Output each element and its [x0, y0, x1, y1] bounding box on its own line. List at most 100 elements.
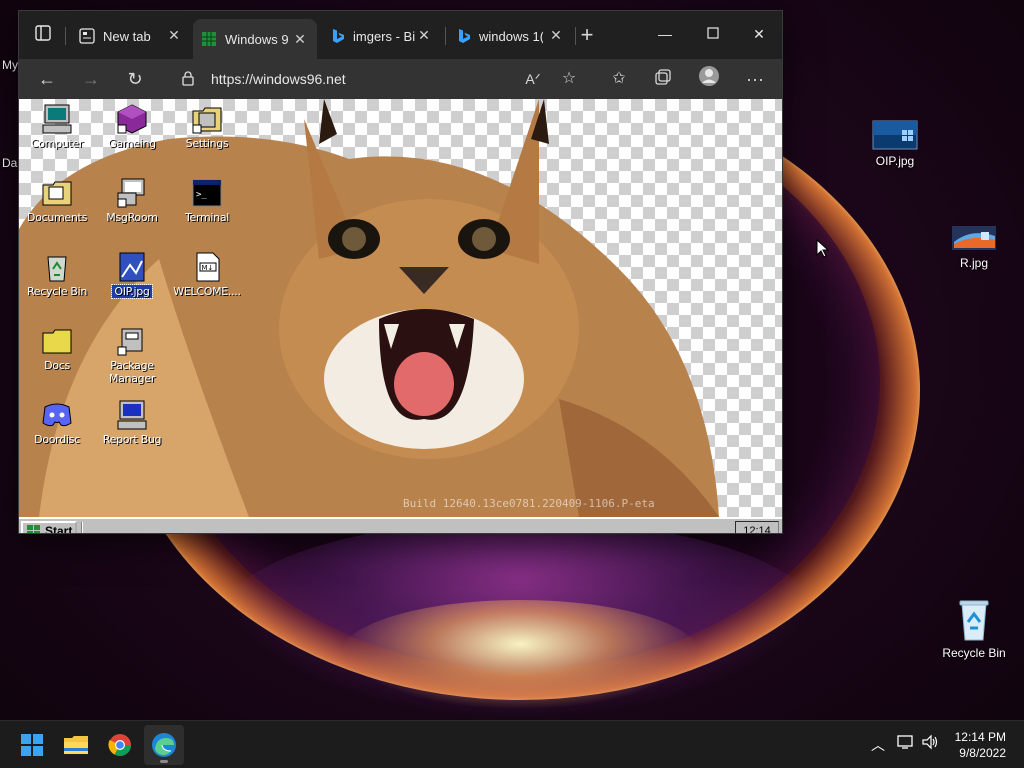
w96-icon-label: Report Bug [102, 433, 162, 446]
read-aloud-button[interactable]: Aᐟ [519, 65, 547, 93]
mouse-cursor-icon [816, 239, 830, 258]
more-icon: ··· [746, 69, 764, 89]
w96-icon-recycle-bin[interactable]: Recycle Bin [19, 251, 97, 298]
network-icon [897, 735, 913, 749]
network-button[interactable] [894, 733, 918, 757]
partial-desktop-label: My [2, 58, 18, 72]
w96-icon-doordisc[interactable]: Doordisc [19, 399, 97, 446]
settings-folder-icon [192, 107, 222, 134]
back-button[interactable]: ← [33, 65, 61, 93]
folder-icon [42, 329, 72, 354]
chrome-icon [108, 734, 131, 756]
tab-title: windows 1( [479, 28, 543, 44]
windows96-desktop[interactable]: Computer Gameing Settings Documents MsgR… [19, 99, 782, 533]
address-url: https://windows96.net [211, 71, 346, 87]
lock-icon [182, 71, 194, 86]
tab-windows-search[interactable]: windows 1( ✕ [449, 21, 573, 51]
new-tab-button[interactable]: + [573, 21, 601, 49]
w96-icon-label: Documents [26, 211, 88, 224]
show-hidden-icons-button[interactable]: ︿ [866, 733, 890, 757]
profile-button[interactable] [695, 65, 723, 93]
minimize-button[interactable]: — [643, 19, 687, 49]
desktop-icon-recycle-bin[interactable]: Recycle Bin [934, 598, 1014, 660]
package-manager-icon [117, 328, 143, 356]
w96-icon-oip-jpg[interactable]: OIP.jpg [92, 251, 172, 299]
w96-icon-label: Computer [30, 137, 84, 150]
w96-icon-label: Gameing [108, 137, 156, 150]
svg-text:M↓: M↓ [202, 264, 214, 272]
windows-logo-icon [21, 734, 43, 756]
w96-start-button[interactable]: Start [21, 521, 77, 533]
w96-icon-label: Terminal [184, 211, 230, 224]
w96-icon-label: WELCOME.... [173, 285, 241, 298]
forward-button[interactable]: → [77, 65, 105, 93]
w96-icon-package-manager[interactable]: Package Manager [92, 325, 172, 385]
w96-icon-settings[interactable]: Settings [167, 103, 247, 150]
edge-browser-window[interactable]: New tab ✕ Windows 9 ✕ imgers - Bi ✕ wind… [18, 10, 783, 534]
image-file-icon [872, 120, 918, 150]
edge-icon [152, 733, 176, 757]
tab-title: Windows 9 [225, 31, 289, 47]
w96-icon-gameing[interactable]: Gameing [92, 103, 172, 150]
image-file-icon [952, 226, 996, 250]
start-button[interactable] [12, 725, 52, 765]
report-bug-icon [117, 400, 147, 430]
w96-icon-label: Docs [44, 359, 70, 372]
computer-icon [42, 104, 72, 134]
svg-text:>_: >_ [196, 190, 207, 200]
close-icon: ✕ [753, 26, 765, 42]
add-favorite-button[interactable]: ☆ [555, 65, 583, 93]
close-window-button[interactable]: ✕ [737, 19, 781, 49]
edge-button[interactable] [144, 725, 184, 765]
tab-actions-icon [35, 25, 51, 41]
desktop-icon-oip-jpg[interactable]: OIP.jpg [855, 120, 935, 168]
w96-icon-documents[interactable]: Documents [19, 177, 97, 224]
collections-icon [655, 69, 671, 85]
tab-actions-button[interactable] [29, 21, 57, 49]
chevron-up-icon: ︿ [871, 737, 885, 753]
system-clock[interactable]: 12:14 PM 9/8/2022 [955, 729, 1006, 761]
minimize-icon: — [658, 26, 672, 42]
w96-icon-label: OIP.jpg [111, 284, 153, 299]
tab-windows96[interactable]: Windows 9 ✕ [193, 19, 317, 59]
windows96-icon [202, 32, 216, 46]
windows-taskbar: ︿ 12:14 PM 9/8/2022 [0, 720, 1024, 768]
w96-icon-welcome[interactable]: M↓ WELCOME.... [167, 251, 247, 298]
close-icon[interactable]: ✕ [415, 26, 433, 44]
desktop-icon-label: OIP.jpg [875, 154, 915, 168]
w96-icon-computer[interactable]: Computer [19, 103, 97, 150]
close-icon[interactable]: ✕ [291, 30, 309, 48]
clock-date: 9/8/2022 [959, 746, 1006, 760]
favorites-button[interactable]: ✩ [605, 65, 633, 93]
build-watermark: Build 12640.13ce0781.220409-1106.P-eta [403, 497, 655, 510]
read-aloud-icon: Aᐟ [525, 71, 541, 87]
settings-more-button[interactable]: ··· [741, 65, 769, 93]
close-icon[interactable]: ✕ [165, 26, 183, 44]
file-explorer-button[interactable] [56, 725, 96, 765]
w96-icon-msgroom[interactable]: MsgRoom [92, 177, 172, 224]
refresh-button[interactable]: ↻ [121, 65, 149, 93]
documents-folder-icon [42, 181, 72, 206]
close-icon[interactable]: ✕ [547, 26, 565, 44]
w96-icon-report-bug[interactable]: Report Bug [92, 399, 172, 446]
collections-button[interactable] [649, 65, 677, 93]
w96-icon-terminal[interactable]: >_ Terminal [167, 177, 247, 224]
browser-toolbar: ← → ↻ https://windows96.net Aᐟ ☆ ✩ ··· [19, 59, 782, 99]
avatar [699, 66, 719, 86]
w96-icon-docs[interactable]: Docs [19, 325, 97, 372]
chrome-button[interactable] [100, 725, 140, 765]
favorites-icon: ✩ [612, 70, 626, 87]
newtab-icon [79, 28, 95, 44]
tab-imgers-bing[interactable]: imgers - Bi ✕ [323, 21, 441, 51]
tab-new-tab[interactable]: New tab ✕ [73, 21, 191, 51]
w96-icon-label: Doordisc [34, 433, 80, 446]
desktop-icon-r-jpg[interactable]: R.jpg [934, 222, 1014, 270]
maximize-button[interactable] [691, 19, 735, 49]
bing-icon [459, 29, 470, 43]
w96-clock: 12:14 [735, 521, 779, 533]
game-cube-icon [117, 104, 147, 134]
arrow-left-icon: ← [38, 69, 56, 89]
discord-icon [42, 403, 72, 427]
w96-start-icon [27, 525, 40, 533]
volume-button[interactable] [918, 733, 942, 757]
